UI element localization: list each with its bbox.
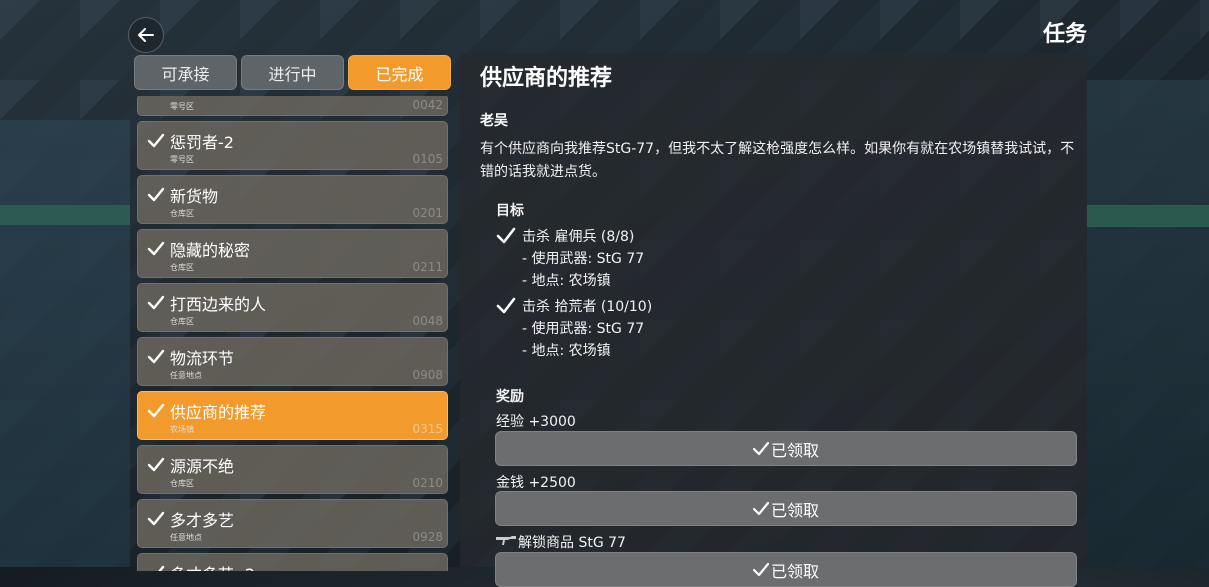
quest-item-title: 隐藏的秘密 bbox=[170, 241, 251, 260]
claim-button-label: 已领取 bbox=[770, 561, 819, 581]
quest-item-title: 多才多艺 bbox=[170, 511, 235, 530]
quest-item-code: 0211 bbox=[412, 260, 443, 274]
quest-list-item[interactable]: 零号区 0042 bbox=[137, 96, 448, 116]
quest-item-title: 多才多艺 -2 bbox=[170, 561, 255, 571]
quest-list-panel: 可承接 进行中 已完成 零号区 0042 惩罚者-2 零号区 0105 新货物仓库区 020… bbox=[134, 55, 451, 571]
checkmark-icon bbox=[147, 403, 165, 418]
checkmark-icon bbox=[147, 295, 165, 310]
checkmark-icon bbox=[147, 133, 165, 148]
quest-giver: 老吴 bbox=[480, 113, 508, 129]
background-stripe-right bbox=[1087, 205, 1209, 227]
objective-text: 击杀 雇佣兵 (8/8) bbox=[522, 229, 635, 245]
quest-item-code: 0315 bbox=[412, 422, 443, 436]
checkmark-icon bbox=[496, 227, 516, 244]
checkmark-icon bbox=[158, 565, 165, 571]
quest-item-location: 农场镇 bbox=[170, 425, 194, 434]
background-wall-right bbox=[1087, 80, 1209, 567]
quest-item-code: 0042 bbox=[412, 98, 443, 112]
quest-item-code: 0928 bbox=[412, 530, 443, 544]
quest-item-location: 仓库区 bbox=[170, 209, 194, 218]
checkmark-icon bbox=[147, 457, 165, 472]
objective-place: - 地点: 农场镇 bbox=[522, 273, 611, 289]
quest-item-code: 0908 bbox=[412, 368, 443, 382]
background-stripe-left bbox=[0, 205, 130, 225]
quest-list-item[interactable]: 供应商的推荐农场镇 0315 bbox=[137, 391, 448, 440]
quest-item-title: 物流环节 bbox=[170, 349, 235, 368]
quest-item-title: 供应商的推荐 bbox=[170, 403, 267, 422]
reward-unlock-label: 解锁商品 StG 77 bbox=[518, 535, 626, 551]
claim-button-label: 已领取 bbox=[770, 440, 819, 460]
quest-item-location: 仓库区 bbox=[170, 479, 194, 488]
arrow-left-icon bbox=[138, 28, 154, 42]
reward-exp-label: 经验 +3000 bbox=[496, 414, 576, 430]
objective-weapon: - 使用武器: StG 77 bbox=[522, 251, 645, 267]
rewards-header: 奖励 bbox=[496, 389, 524, 405]
checkmark-icon bbox=[147, 511, 165, 526]
quest-item-title: 源源不绝 bbox=[170, 457, 235, 476]
quest-list-item[interactable]: 多才多艺任意地点 0928 bbox=[137, 499, 448, 548]
quest-list-item[interactable]: 惩罚者-2 零号区 0105 bbox=[137, 121, 448, 170]
rifle-icon bbox=[496, 536, 516, 545]
tab-in-progress[interactable]: 进行中 bbox=[241, 55, 344, 90]
quest-item-location: 任意地点 bbox=[170, 533, 202, 542]
quest-item-title: 新货物 bbox=[170, 187, 219, 206]
claim-money-button[interactable]: 已领取 bbox=[495, 491, 1077, 526]
objective-text: 击杀 拾荒者 (10/10) bbox=[522, 299, 653, 315]
quest-item-code: 0105 bbox=[412, 152, 443, 166]
tab-completed[interactable]: 已完成 bbox=[348, 55, 451, 90]
claim-button-label: 已领取 bbox=[770, 500, 819, 520]
quest-item-code: 0201 bbox=[412, 206, 443, 220]
quest-item-title: 惩罚者-2 bbox=[170, 133, 234, 152]
quest-description: 有个供应商向我推荐StG-77，但我不太了解这枪强度怎么样。如果你有就在农场镇替… bbox=[480, 141, 1075, 180]
quest-list-item[interactable]: 多才多艺 -20929 bbox=[137, 553, 448, 571]
checkmark-icon bbox=[752, 562, 769, 576]
reward-money-label: 金钱 +2500 bbox=[496, 475, 576, 491]
quest-item-location: 仓库区 bbox=[170, 317, 194, 326]
claim-exp-button[interactable]: 已领取 bbox=[495, 431, 1077, 466]
quest-title: 供应商的推荐 bbox=[480, 66, 613, 91]
checkmark-icon bbox=[147, 241, 165, 256]
checkmark-icon bbox=[752, 441, 769, 455]
claim-unlock-button[interactable]: 已领取 bbox=[495, 552, 1077, 587]
checkmark-icon bbox=[496, 297, 516, 314]
quest-list[interactable]: 零号区 0042 惩罚者-2 零号区 0105 新货物 仓库区 0201 隐藏的秘密 仓库区 021… bbox=[137, 96, 448, 571]
tab-available[interactable]: 可承接 bbox=[134, 55, 237, 90]
quest-list-item[interactable]: 隐藏的秘密仓库区 0211 bbox=[137, 229, 448, 278]
quest-list-item[interactable]: 物流环节任意地点 0908 bbox=[137, 337, 448, 386]
objectives-header: 目标 bbox=[496, 203, 524, 219]
quest-item-code: 0048 bbox=[412, 314, 443, 328]
objective-place: - 地点: 农场镇 bbox=[522, 343, 611, 359]
quest-item-title: 打西边来的人 bbox=[170, 295, 267, 314]
checkmark-icon bbox=[147, 349, 165, 364]
checkmark-icon bbox=[147, 187, 165, 202]
objective-weapon: - 使用武器: StG 77 bbox=[522, 321, 645, 337]
quest-tabs: 可承接 进行中 已完成 bbox=[134, 55, 451, 90]
quest-item-location: 仓库区 bbox=[170, 263, 194, 272]
quest-item-code: 0210 bbox=[412, 476, 443, 490]
page-title: 任务 bbox=[1042, 22, 1087, 47]
quest-item-location: 任意地点 bbox=[170, 371, 202, 380]
quest-list-item[interactable]: 打西边来的人仓库区 0048 bbox=[137, 283, 448, 332]
checkmark-icon bbox=[752, 501, 769, 515]
quest-list-item[interactable]: 源源不绝仓库区 0210 bbox=[137, 445, 448, 494]
quest-detail-panel: 供应商的推荐 老吴 有个供应商向我推荐StG-77，但我不太了解这枪强度怎么样。… bbox=[460, 53, 1087, 587]
background-wall-left bbox=[0, 120, 130, 567]
quest-item-location: 零号区 bbox=[170, 102, 194, 111]
quest-item-location: 零号区 bbox=[170, 155, 194, 164]
quest-list-item[interactable]: 新货物仓库区 0201 bbox=[137, 175, 448, 224]
back-button[interactable] bbox=[128, 17, 164, 53]
